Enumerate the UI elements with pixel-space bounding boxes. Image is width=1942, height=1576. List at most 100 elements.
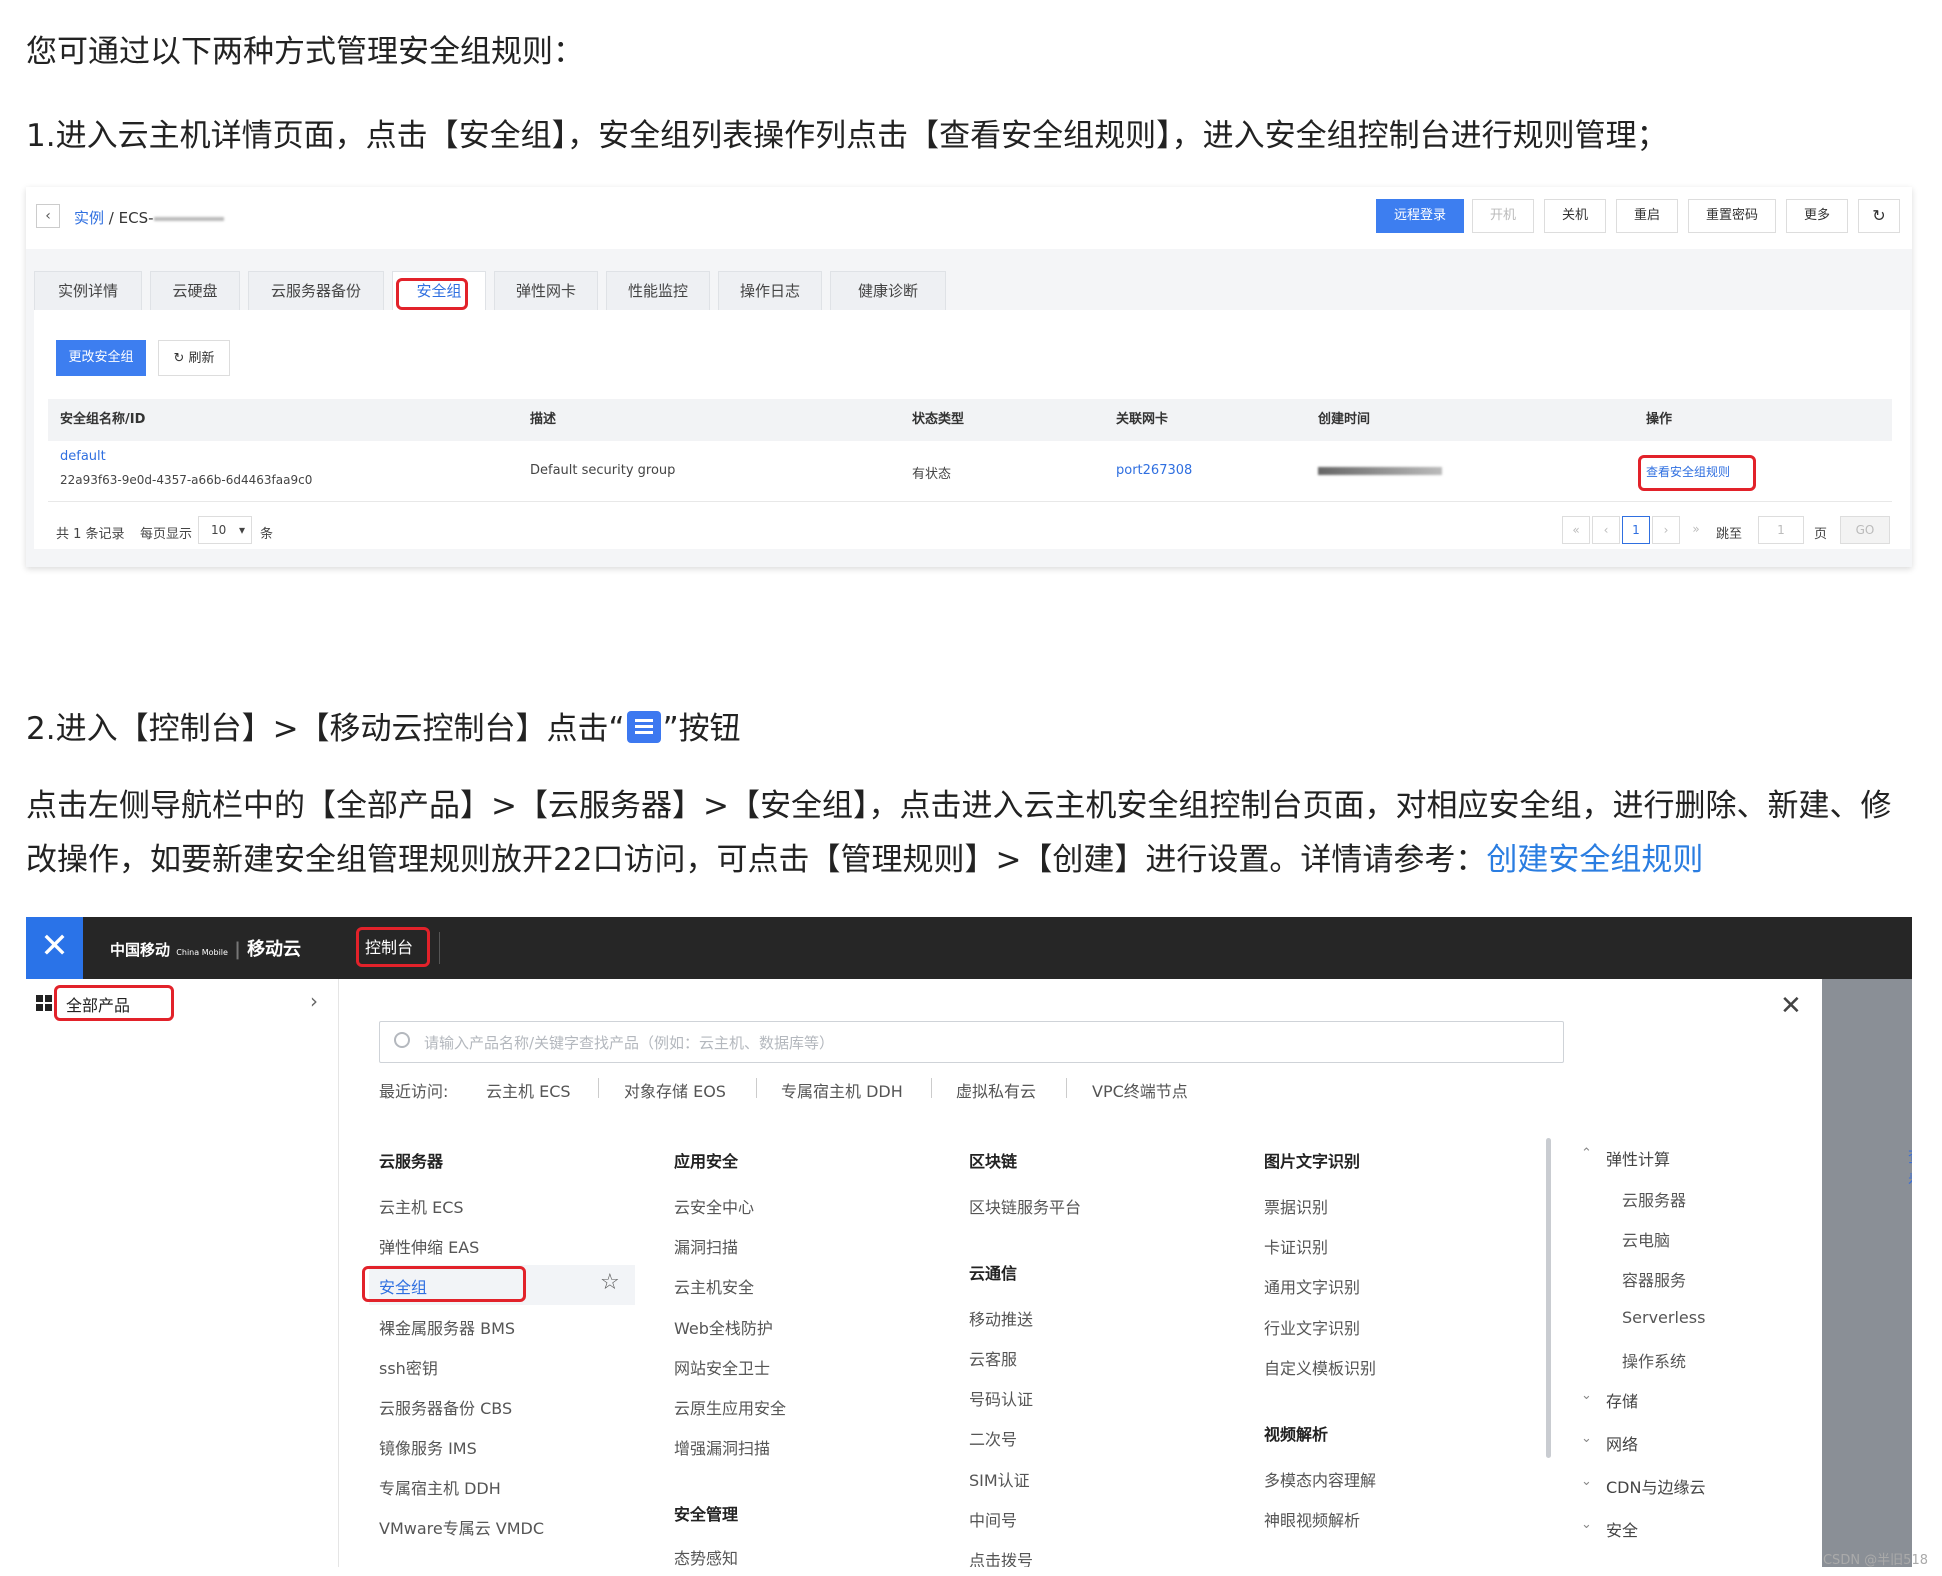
product-item[interactable]: 云主机 ECS (379, 1194, 464, 1218)
breadcrumb-instances-link[interactable]: 实例 (74, 209, 104, 227)
tab-health-check[interactable]: 健康诊断 (830, 271, 946, 311)
recent-item[interactable]: 对象存储 EOS (624, 1078, 726, 1102)
product-item[interactable]: 云客服 (969, 1346, 1017, 1370)
tree-item[interactable]: 云电脑 (1622, 1227, 1670, 1251)
prev-page-icon[interactable]: ‹ (1592, 516, 1620, 544)
step1-text: 1.进入云主机详情页面，点击【安全组】，安全组列表操作列点击【查看安全组规则】，… (26, 118, 1668, 154)
product-item[interactable]: 裸金属服务器 BMS (379, 1315, 515, 1339)
product-search-input[interactable]: 请输入产品名称/关键字查找产品（例如：云主机、数据库等） (379, 1021, 1564, 1063)
product-item[interactable]: 中间号 (969, 1507, 1017, 1531)
tab-server-backup[interactable]: 云服务器备份 (248, 271, 384, 311)
product-item[interactable]: 弹性伸缩 EAS (379, 1234, 479, 1258)
product-item[interactable]: 票据识别 (1264, 1194, 1328, 1218)
product-item[interactable]: Web全栈防护 (674, 1315, 773, 1339)
product-item[interactable]: 漏洞扫描 (674, 1234, 738, 1258)
close-panel-icon[interactable]: ✕ (1780, 991, 1802, 1021)
product-item[interactable]: ssh密钥 (379, 1355, 438, 1379)
per-page-unit: 条 (260, 527, 274, 542)
product-item[interactable]: 卡证识别 (1264, 1234, 1328, 1258)
product-item[interactable]: 自定义模板识别 (1264, 1355, 1376, 1379)
product-item[interactable]: 云服务器备份 CBS (379, 1395, 512, 1419)
product-item[interactable]: 态势感知 (674, 1545, 738, 1567)
sg-created-blurred (1318, 467, 1442, 475)
remote-login-button[interactable]: 远程登录 (1376, 199, 1464, 233)
highlight-view-rules (1638, 455, 1756, 491)
page-number-current[interactable]: 1 (1622, 516, 1650, 544)
product-item[interactable]: 增强漏洞扫描 (674, 1435, 770, 1459)
refresh-icon[interactable]: ↻ (1858, 199, 1900, 233)
product-item[interactable]: 专属宿主机 DDH (379, 1475, 501, 1499)
product-item[interactable]: 区块链服务平台 (969, 1194, 1081, 1218)
product-item[interactable]: 二次号 (969, 1426, 1017, 1450)
next-page-icon[interactable]: › (1652, 516, 1680, 544)
create-sg-rule-link[interactable]: 创建安全组规则 (1486, 842, 1703, 878)
tree-item[interactable]: 云服务器 (1622, 1187, 1686, 1211)
product-item[interactable]: 行业文字识别 (1264, 1315, 1360, 1339)
close-icon[interactable]: ✕ (26, 917, 83, 979)
power-off-button[interactable]: 关机 (1544, 199, 1606, 233)
sg-name-link[interactable]: default (60, 449, 106, 464)
right-peek-text: 查看 (1908, 1143, 1912, 1191)
go-button[interactable]: GO (1840, 516, 1890, 544)
product-item[interactable]: 云主机安全 (674, 1274, 754, 1298)
product-item[interactable]: 多模态内容理解 (1264, 1467, 1376, 1491)
tab-performance[interactable]: 性能监控 (606, 271, 710, 311)
col-desc: 描述 (530, 412, 557, 427)
product-item[interactable]: 点击拨号 (969, 1547, 1033, 1567)
reset-password-button[interactable]: 重置密码 (1688, 199, 1776, 233)
last-page-icon[interactable]: » (1682, 516, 1710, 544)
more-button[interactable]: 更多 (1786, 199, 1848, 233)
sg-nic-link[interactable]: port267308 (1116, 463, 1192, 478)
chevron-down-icon[interactable]: ⌄ (1581, 1517, 1592, 1532)
jump-input[interactable]: 1 (1758, 516, 1804, 544)
tab-operation-log[interactable]: 操作日志 (718, 271, 822, 311)
tree-group-compute[interactable]: 弹性计算 (1606, 1146, 1670, 1170)
product-item[interactable]: SIM认证 (969, 1467, 1030, 1491)
product-item[interactable]: 云原生应用安全 (674, 1395, 786, 1419)
refresh-button[interactable]: ↻ 刷新 (158, 340, 230, 376)
chevron-down-icon[interactable]: ⌄ (1581, 1388, 1592, 1403)
change-security-group-button[interactable]: 更改安全组 (56, 340, 146, 376)
star-icon[interactable]: ☆ (600, 1270, 620, 1295)
para3-text: 点击左侧导航栏中的【全部产品】>【云服务器】>【安全组】，点击进入云主机安全组控… (26, 779, 1906, 887)
recent-item[interactable]: VPC终端节点 (1092, 1078, 1188, 1102)
product-item[interactable]: 号码认证 (969, 1386, 1033, 1410)
product-item[interactable]: 镜像服务 IMS (379, 1435, 477, 1459)
chevron-down-icon[interactable]: ⌄ (1581, 1431, 1592, 1446)
back-icon[interactable]: ‹ (36, 204, 60, 228)
chevron-down-icon[interactable]: ⌄ (1581, 1474, 1592, 1489)
power-on-button[interactable]: 开机 (1472, 199, 1534, 233)
category-cloud-server: 云服务器 (379, 1152, 444, 1171)
product-item[interactable]: 云安全中心 (674, 1194, 754, 1218)
tree-item[interactable]: 容器服务 (1622, 1267, 1686, 1291)
tree-item[interactable]: Serverless (1622, 1308, 1705, 1327)
tree-group[interactable]: 网络 (1606, 1431, 1638, 1455)
tab-cloud-disk[interactable]: 云硬盘 (150, 271, 240, 311)
chevron-up-icon[interactable]: ⌃ (1581, 1146, 1592, 1161)
sg-id: 22a93f63-9e0d-4357-a66b-6d4463faa9c0 (60, 473, 313, 487)
product-item[interactable]: VMware专属云 VMDC (379, 1515, 544, 1539)
jump-label: 跳至 (1716, 527, 1743, 542)
tree-group[interactable]: 安全 (1606, 1517, 1638, 1541)
table-header: 安全组名称/ID 描述 状态类型 关联网卡 创建时间 操作 (48, 399, 1892, 441)
recent-item[interactable]: 云主机 ECS (486, 1078, 571, 1102)
scrollbar[interactable] (1546, 1138, 1551, 1458)
restart-button[interactable]: 重启 (1616, 199, 1678, 233)
tab-elastic-nic[interactable]: 弹性网卡 (494, 271, 598, 311)
tree-item[interactable]: 操作系统 (1622, 1348, 1686, 1372)
chevron-right-icon: › (310, 989, 318, 1013)
category-video: 视频解析 (1264, 1425, 1329, 1444)
refresh-button-label: 刷新 (188, 351, 215, 366)
product-item[interactable]: 网站安全卫士 (674, 1355, 770, 1379)
product-item[interactable]: 移动推送 (969, 1306, 1033, 1330)
recent-item[interactable]: 虚拟私有云 (956, 1078, 1036, 1102)
recent-item[interactable]: 专属宿主机 DDH (781, 1078, 903, 1102)
tree-group[interactable]: CDN与边缘云 (1606, 1474, 1705, 1498)
category-blockchain: 区块链 (969, 1152, 1018, 1171)
first-page-icon[interactable]: « (1562, 516, 1590, 544)
product-item[interactable]: 神眼视频解析 (1264, 1507, 1360, 1531)
tree-group[interactable]: 存储 (1606, 1388, 1638, 1412)
tab-instance-detail[interactable]: 实例详情 (34, 271, 142, 311)
product-item[interactable]: 通用文字识别 (1264, 1274, 1360, 1298)
page-size-select[interactable]: 10 ▾ (198, 516, 252, 544)
